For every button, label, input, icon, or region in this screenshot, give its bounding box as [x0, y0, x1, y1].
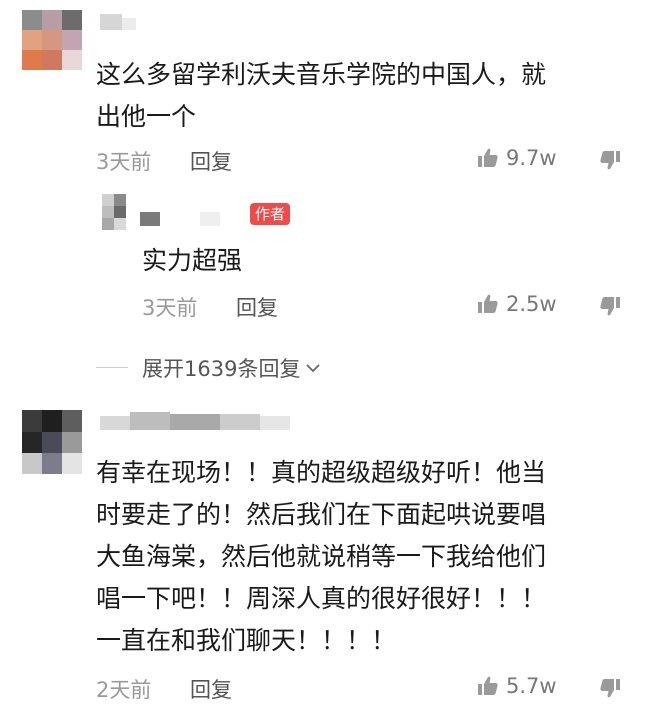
- thumbs-up-icon: [476, 146, 500, 170]
- comment-text: 有幸在现场！！真的超级超级好听！他当 时要走了的！然后我们在下面起哄说要唱 大鱼…: [96, 452, 641, 662]
- comment-line: 时要走了的！然后我们在下面起哄说要唱: [96, 500, 547, 529]
- like-count: 2.5w: [506, 292, 557, 316]
- expand-replies-button[interactable]: 展开1639条回复: [142, 353, 322, 383]
- like-button[interactable]: 5.7w: [476, 674, 557, 698]
- comment-text: 实力超强: [142, 246, 243, 275]
- thumbs-down-icon: [598, 676, 622, 700]
- avatar[interactable]: [22, 410, 82, 474]
- like-button[interactable]: 9.7w: [476, 146, 557, 170]
- reply-button[interactable]: 回复: [190, 674, 232, 704]
- avatar[interactable]: [102, 194, 126, 230]
- reply-button[interactable]: 回复: [190, 146, 232, 176]
- comment-line: 大鱼海棠，然后他就说稍等一下我给他们: [96, 542, 547, 571]
- comment-time: 3天前: [96, 150, 152, 174]
- dislike-button[interactable]: [598, 294, 622, 318]
- username-blurred[interactable]: [100, 14, 140, 32]
- author-badge: 作者: [250, 203, 291, 225]
- dislike-button[interactable]: [598, 148, 622, 172]
- reply-button[interactable]: 回复: [236, 292, 278, 322]
- username-blurred[interactable]: [140, 210, 230, 228]
- thumbs-up-icon: [476, 292, 500, 316]
- chevron-down-icon: [304, 359, 322, 377]
- comment-time: 3天前: [142, 296, 198, 320]
- like-count: 9.7w: [506, 146, 557, 170]
- like-button[interactable]: 2.5w: [476, 292, 557, 316]
- expand-replies-label: 展开1639条回复: [142, 357, 301, 381]
- avatar[interactable]: [22, 10, 82, 70]
- comment-line: 有幸在现场！！真的超级超级好听！他当: [96, 458, 547, 487]
- comment-text: 这么多留学利沃夫音乐学院的中国人，就 出他一个: [96, 60, 547, 131]
- dislike-button[interactable]: [598, 676, 622, 700]
- comment-line: 一直在和我们聊天！！！！: [96, 626, 397, 655]
- comment-time: 2天前: [96, 678, 152, 702]
- divider: [96, 367, 128, 368]
- thumbs-down-icon: [598, 148, 622, 172]
- like-count: 5.7w: [506, 674, 557, 698]
- thumbs-down-icon: [598, 294, 622, 318]
- username-blurred[interactable]: [100, 412, 300, 432]
- thumbs-up-icon: [476, 674, 500, 698]
- comment-line: 唱一下吧！！周深人真的很好很好！！！: [96, 584, 547, 613]
